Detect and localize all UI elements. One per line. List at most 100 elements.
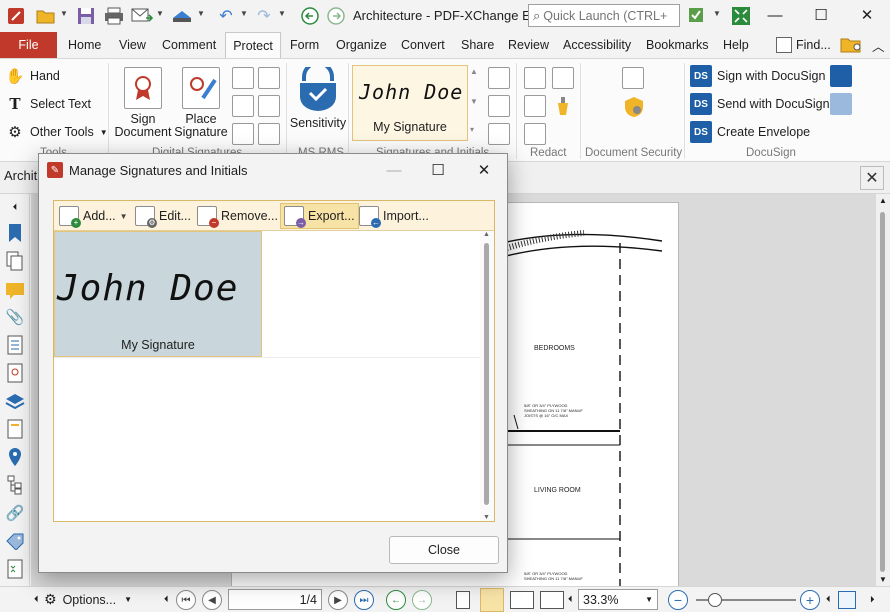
open-dropdown-icon[interactable]: ▼ [60, 9, 68, 18]
undo-dropdown-icon[interactable]: ▼ [240, 9, 248, 18]
redo-dropdown-icon[interactable]: ▼ [278, 9, 286, 18]
previous-page-button[interactable]: ◀ [202, 590, 222, 610]
back-icon[interactable] [298, 4, 322, 28]
customize-dropdown-icon[interactable]: ▼ [713, 9, 721, 18]
create-envelope-button[interactable]: DS Create Envelope [690, 121, 810, 143]
apply-redaction-icon[interactable] [524, 95, 546, 117]
redact-check-icon[interactable] [524, 123, 546, 145]
add-signature-icon[interactable] [488, 95, 510, 117]
zoom-in-button[interactable]: + [800, 590, 820, 610]
sanitize-icon[interactable] [552, 95, 574, 117]
search-folder-icon[interactable] [836, 32, 868, 58]
redact-search-icon[interactable] [552, 67, 574, 89]
list-scrollbar-thumb[interactable] [484, 243, 489, 505]
sign-document-button[interactable]: Sign Document [114, 67, 172, 139]
dialog-maximize-button[interactable]: ☐ [415, 155, 461, 185]
select-text-button[interactable]: T Select Text [4, 93, 91, 115]
continuous-page-icon[interactable] [480, 588, 504, 612]
content-icon[interactable] [4, 334, 26, 356]
destinations-icon[interactable] [4, 446, 26, 468]
document-tab[interactable]: Archit [4, 168, 37, 183]
page-number-field[interactable]: 1/4 [228, 589, 322, 610]
single-page-icon[interactable] [456, 591, 470, 609]
tab-protect[interactable]: Protect [225, 32, 281, 59]
edit-signature-button[interactable]: ⚙ Edit... [132, 203, 194, 229]
sign-with-docusign-button[interactable]: DS Sign with DocuSign [690, 65, 825, 87]
zoom-slider[interactable] [696, 593, 796, 607]
last-page-button[interactable]: ⏭ [354, 590, 374, 610]
mark-redaction-icon[interactable] [524, 67, 546, 89]
tags-icon[interactable] [4, 530, 26, 552]
document-vertical-scrollbar[interactable]: ▲ ▼ [876, 194, 890, 586]
scroll-up-icon[interactable]: ▲ [879, 196, 887, 205]
bookmarks-icon[interactable] [4, 222, 26, 244]
tab-bookmarks[interactable]: Bookmarks [642, 32, 713, 58]
tab-file[interactable]: File [0, 32, 57, 58]
tags-tree-icon[interactable] [4, 474, 26, 496]
email-icon[interactable] [130, 4, 154, 28]
scroll-up-icon[interactable]: ▲ [483, 231, 490, 238]
redo-icon[interactable]: ↷ [252, 4, 276, 28]
close-dialog-button[interactable]: Close [389, 536, 499, 564]
gallery-scroll-up-icon[interactable]: ▲ [470, 67, 478, 76]
signature-tool-icon[interactable] [232, 67, 254, 89]
facing-pages-icon[interactable] [510, 591, 534, 609]
zoom-slider-thumb[interactable] [708, 593, 722, 607]
list-vertical-scrollbar[interactable]: ▲ ▼ [480, 231, 494, 521]
forward-icon[interactable] [324, 4, 348, 28]
next-page-button[interactable]: ▶ [328, 590, 348, 610]
customize-toolbar-icon[interactable] [686, 4, 710, 28]
tab-review[interactable]: Review [504, 32, 553, 58]
comments-icon[interactable] [4, 280, 26, 302]
fullscreen-icon[interactable] [729, 4, 753, 28]
tab-home[interactable]: Home [64, 32, 105, 58]
signature-check-icon[interactable] [258, 95, 280, 117]
layers-icon[interactable] [4, 390, 26, 412]
timestamp-icon[interactable] [258, 67, 280, 89]
tab-organize[interactable]: Organize [332, 32, 391, 58]
export-signature-button[interactable]: → Export... [280, 203, 359, 229]
links-icon[interactable]: 🔗 [4, 502, 26, 524]
tab-accessibility[interactable]: Accessibility [559, 32, 635, 58]
clear-signature-icon[interactable] [232, 123, 254, 145]
pane-collapse-icon[interactable]: ⏴ [4, 196, 26, 218]
hand-tool-button[interactable]: ✋ Hand [4, 65, 60, 87]
send-with-docusign-button[interactable]: DS Send with DocuSign [690, 93, 830, 115]
tab-form[interactable]: Form [286, 32, 323, 58]
security-shield-icon[interactable] [622, 95, 646, 119]
zoom-collapse-icon[interactable]: ⏴ [826, 594, 831, 605]
manage-signatures-icon[interactable] [488, 67, 510, 89]
save-icon[interactable] [74, 4, 98, 28]
remove-signature-button[interactable]: − Remove... [194, 203, 281, 229]
quick-launch-box[interactable]: ⌕ [528, 4, 680, 27]
add-signature-button[interactable]: + Add... ▼ [56, 203, 131, 229]
tab-share[interactable]: Share [457, 32, 498, 58]
signatures-list[interactable]: John Doe My Signature [54, 231, 482, 521]
delete-signature-icon[interactable] [488, 123, 510, 145]
scan-icon[interactable] [170, 4, 194, 28]
tab-convert[interactable]: Convert [397, 32, 449, 58]
tab-view[interactable]: View [115, 32, 150, 58]
order-icon[interactable] [4, 558, 26, 580]
marquee-zoom-icon[interactable] [838, 591, 856, 609]
close-document-button[interactable]: ✕ [860, 166, 884, 190]
tab-help[interactable]: Help [719, 32, 753, 58]
scrollbar-thumb[interactable] [880, 212, 885, 572]
pages-icon[interactable] [4, 250, 26, 272]
import-signature-button[interactable]: ← Import... [356, 203, 432, 229]
dialog-close-button[interactable]: ✕ [461, 155, 507, 185]
validate-signature-icon[interactable] [232, 95, 254, 117]
zoom-out-button[interactable]: − [668, 590, 688, 610]
status-collapse-icon[interactable]: ⏴ [34, 594, 39, 605]
next-view-button[interactable]: → [412, 590, 432, 610]
open-folder-icon[interactable] [34, 4, 58, 28]
signatures-pane-icon[interactable] [4, 362, 26, 384]
signature-card-selected[interactable]: John Doe My Signature [54, 231, 262, 357]
quick-launch-input[interactable] [543, 8, 669, 23]
scan-dropdown-icon[interactable]: ▼ [197, 9, 205, 18]
other-tools-button[interactable]: ⚙ Other Tools ▼ [4, 121, 107, 143]
place-signature-button[interactable]: Place Signature [172, 67, 230, 139]
docusign-status-icon[interactable] [830, 65, 852, 87]
gallery-expand-icon[interactable]: ▾ [470, 125, 474, 134]
attachments-icon[interactable]: 📎 [4, 306, 26, 328]
